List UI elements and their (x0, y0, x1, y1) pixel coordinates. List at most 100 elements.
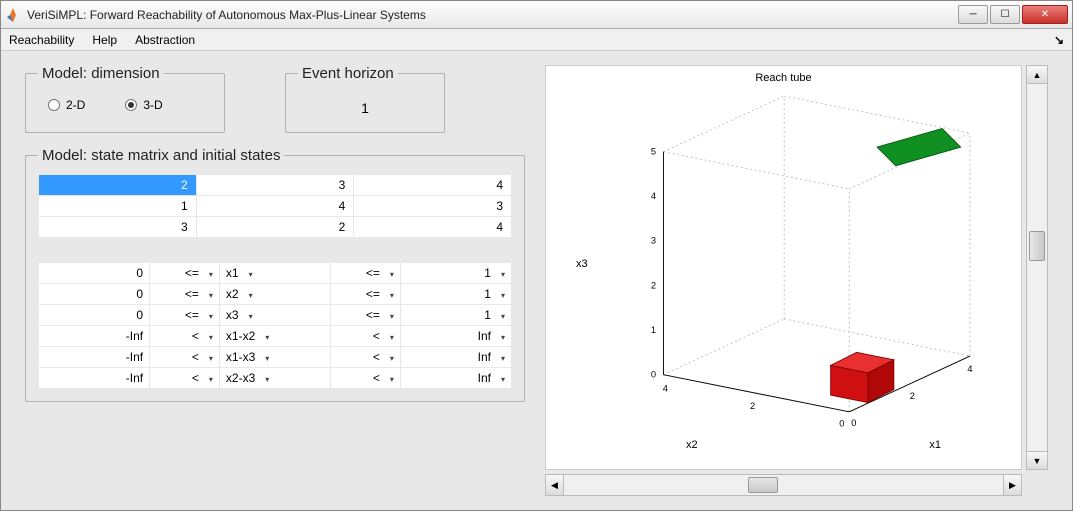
constraint-lo-op[interactable]: < (150, 347, 220, 368)
matrix-cell[interactable]: 4 (354, 175, 512, 196)
minimize-button[interactable]: ─ (958, 5, 988, 24)
table-row: 0<=x3<=1 (39, 305, 512, 326)
constraint-var[interactable]: x2-x3 (219, 368, 330, 389)
constraint-lo-op[interactable]: <= (150, 305, 220, 326)
z-axis-label: x3 (576, 258, 588, 270)
matlab-icon (5, 7, 21, 23)
constraint-lo[interactable]: 0 (39, 305, 150, 326)
event-horizon-legend: Event horizon (298, 65, 398, 82)
matrix-cell[interactable]: 4 (354, 217, 512, 238)
constraint-hi[interactable]: Inf (400, 326, 511, 347)
table-row: -Inf<x1-x2<Inf (39, 326, 512, 347)
vscroll-thumb[interactable] (1029, 231, 1045, 261)
svg-text:4: 4 (663, 383, 668, 393)
hscroll-thumb[interactable] (748, 477, 778, 493)
radio-2d-label: 2-D (66, 98, 85, 112)
svg-text:3: 3 (651, 236, 656, 246)
menu-abstraction[interactable]: Abstraction (135, 33, 195, 47)
constraint-hi[interactable]: 1 (400, 263, 511, 284)
constraint-lo[interactable]: -Inf (39, 326, 150, 347)
x-axis-label: x1 (929, 439, 941, 451)
constraint-lo[interactable]: 0 (39, 263, 150, 284)
svg-text:2: 2 (910, 391, 915, 401)
radio-2d-icon (48, 99, 60, 111)
event-horizon-group: Event horizon 1 (285, 65, 445, 133)
svg-text:4: 4 (651, 191, 656, 201)
table-row: 1 4 3 (39, 196, 512, 217)
svg-text:2: 2 (651, 280, 656, 290)
constraint-var[interactable]: x1-x3 (219, 347, 330, 368)
model-dimension-group: Model: dimension 2-D 3-D (25, 65, 225, 133)
svg-text:1: 1 (651, 325, 656, 335)
state-matrix-table[interactable]: 2 3 4 1 4 3 3 2 4 (38, 174, 512, 238)
constraint-lo[interactable]: -Inf (39, 368, 150, 389)
constraint-hi-op[interactable]: <= (331, 284, 401, 305)
table-row: 0<=x1<=1 (39, 263, 512, 284)
constraint-hi[interactable]: 1 (400, 305, 511, 326)
state-matrix-legend: Model: state matrix and initial states (38, 147, 284, 164)
constraint-hi-op[interactable]: <= (331, 263, 401, 284)
constraint-hi[interactable]: 1 (400, 284, 511, 305)
constraints-table[interactable]: 0<=x1<=10<=x2<=10<=x3<=1-Inf<x1-x2<Inf-I… (38, 262, 512, 389)
matrix-cell[interactable]: 4 (196, 196, 354, 217)
menubar: Reachability Help Abstraction ↘ (1, 29, 1072, 51)
scroll-left-icon[interactable]: ◀ (546, 475, 564, 495)
window-title: VeriSiMPL: Forward Reachability of Auton… (27, 8, 958, 22)
matrix-cell[interactable]: 2 (39, 175, 197, 196)
table-row: -Inf<x2-x3<Inf (39, 368, 512, 389)
matrix-cell[interactable]: 2 (196, 217, 354, 238)
axes-3d: 0 1 2 3 4 5 0 2 4 (586, 96, 1001, 449)
y-axis-label: x2 (686, 439, 698, 451)
svg-text:0: 0 (851, 418, 856, 428)
maximize-button[interactable]: ☐ (990, 5, 1020, 24)
matrix-cell[interactable]: 3 (196, 175, 354, 196)
plot-panel: Reach tube (545, 65, 1048, 496)
constraint-var[interactable]: x1 (219, 263, 330, 284)
matrix-cell[interactable]: 1 (39, 196, 197, 217)
event-horizon-value[interactable]: 1 (298, 92, 432, 120)
constraint-lo-op[interactable]: <= (150, 284, 220, 305)
constraint-lo-op[interactable]: < (150, 368, 220, 389)
menu-help[interactable]: Help (92, 33, 117, 47)
table-row: -Inf<x1-x3<Inf (39, 347, 512, 368)
state-matrix-group: Model: state matrix and initial states 2… (25, 147, 525, 402)
matrix-cell[interactable]: 3 (39, 217, 197, 238)
initial-set-cube (831, 352, 894, 402)
constraint-var[interactable]: x3 (219, 305, 330, 326)
radio-3d-icon (125, 99, 137, 111)
matrix-cell[interactable]: 3 (354, 196, 512, 217)
model-dimension-legend: Model: dimension (38, 65, 164, 82)
dock-toggle-icon[interactable]: ↘ (1054, 33, 1064, 47)
reach-tube-plot[interactable]: Reach tube (545, 65, 1022, 470)
constraint-lo[interactable]: 0 (39, 284, 150, 305)
scroll-down-icon[interactable]: ▼ (1027, 451, 1047, 469)
radio-3d[interactable]: 3-D (125, 98, 162, 112)
constraint-hi-op[interactable]: < (331, 326, 401, 347)
table-row: 2 3 4 (39, 175, 512, 196)
constraint-var[interactable]: x2 (219, 284, 330, 305)
radio-2d[interactable]: 2-D (48, 98, 85, 112)
table-row: 0<=x2<=1 (39, 284, 512, 305)
svg-text:2: 2 (750, 401, 755, 411)
scroll-right-icon[interactable]: ▶ (1003, 475, 1021, 495)
constraint-hi[interactable]: Inf (400, 347, 511, 368)
constraint-hi-op[interactable]: < (331, 368, 401, 389)
constraint-lo[interactable]: -Inf (39, 347, 150, 368)
constraint-hi-op[interactable]: < (331, 347, 401, 368)
scroll-up-icon[interactable]: ▲ (1027, 66, 1047, 84)
horizontal-scrollbar[interactable]: ◀ ▶ (545, 474, 1022, 496)
app-window: VeriSiMPL: Forward Reachability of Auton… (0, 0, 1073, 511)
constraint-lo-op[interactable]: < (150, 326, 220, 347)
constraint-hi[interactable]: Inf (400, 368, 511, 389)
constraint-hi-op[interactable]: <= (331, 305, 401, 326)
constraint-var[interactable]: x1-x2 (219, 326, 330, 347)
titlebar[interactable]: VeriSiMPL: Forward Reachability of Auton… (1, 1, 1072, 29)
table-row: 3 2 4 (39, 217, 512, 238)
svg-text:0: 0 (839, 419, 844, 429)
svg-text:5: 5 (651, 147, 656, 157)
vertical-scrollbar[interactable]: ▲ ▼ (1026, 65, 1048, 470)
svg-text:0: 0 (651, 369, 656, 379)
close-button[interactable]: ✕ (1022, 5, 1068, 24)
menu-reachability[interactable]: Reachability (9, 33, 74, 47)
constraint-lo-op[interactable]: <= (150, 263, 220, 284)
